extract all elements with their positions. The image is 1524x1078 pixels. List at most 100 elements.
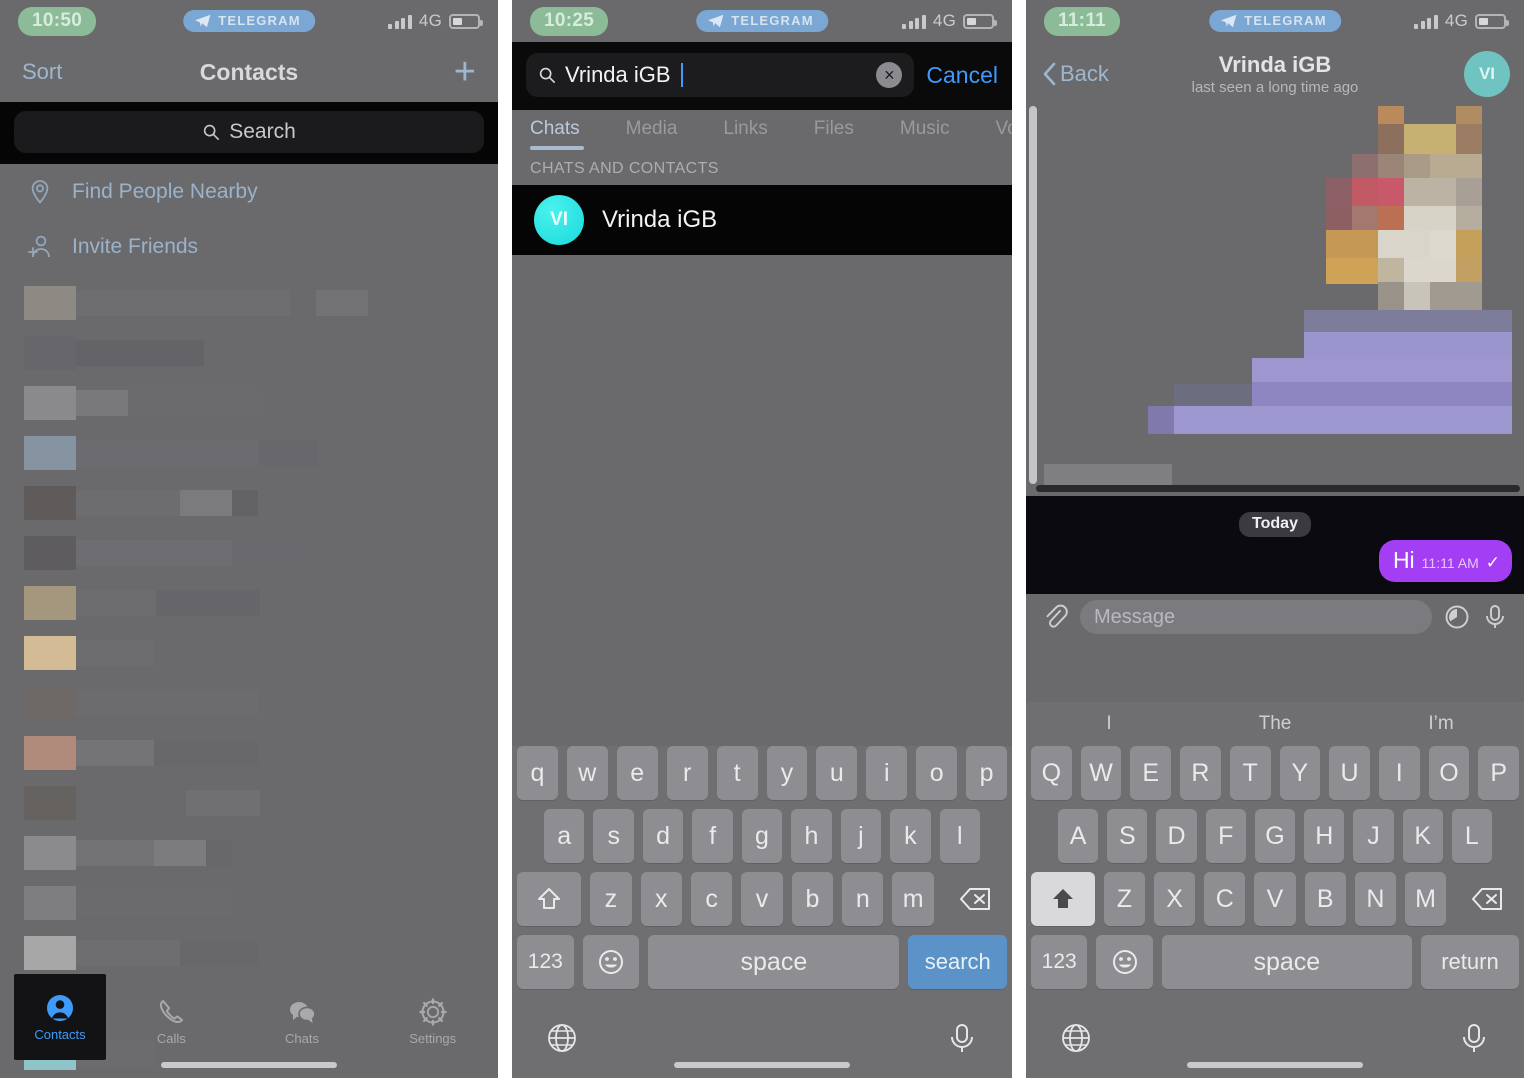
attachment-clip-icon[interactable] bbox=[1042, 604, 1068, 630]
key-g[interactable]: g bbox=[741, 809, 783, 863]
key-b[interactable]: b bbox=[791, 872, 834, 926]
schedule-clock-icon[interactable] bbox=[1444, 604, 1470, 630]
sidebar-item-settings[interactable]: Settings bbox=[367, 982, 498, 1060]
key-u[interactable]: u bbox=[816, 746, 858, 800]
key-q[interactable]: q bbox=[516, 746, 558, 800]
message-input[interactable]: Message bbox=[1080, 600, 1432, 634]
prediction-3[interactable]: I’m bbox=[1358, 713, 1524, 735]
search-result-row[interactable]: VI Vrinda iGB bbox=[512, 185, 1012, 255]
key-r[interactable]: r bbox=[666, 746, 708, 800]
microphone-icon[interactable] bbox=[946, 1022, 978, 1054]
tab-voice[interactable]: Voice bbox=[996, 118, 1013, 150]
find-people-nearby-row[interactable]: Find People Nearby bbox=[0, 164, 498, 219]
key-x[interactable]: x bbox=[640, 872, 682, 926]
sort-button[interactable]: Sort bbox=[22, 59, 62, 85]
space-key[interactable]: space bbox=[648, 935, 900, 989]
key-m[interactable]: M bbox=[1404, 872, 1447, 926]
shift-key[interactable] bbox=[516, 872, 582, 926]
key-f[interactable]: f bbox=[692, 809, 733, 863]
key-c[interactable]: c bbox=[690, 872, 733, 926]
key-s[interactable]: s bbox=[593, 809, 634, 863]
key-d[interactable]: d bbox=[642, 809, 684, 863]
key-x[interactable]: X bbox=[1154, 872, 1196, 926]
cancel-button[interactable]: Cancel bbox=[926, 62, 998, 89]
key-w[interactable]: W bbox=[1080, 746, 1122, 800]
key-j[interactable]: J bbox=[1353, 809, 1394, 863]
key-g[interactable]: G bbox=[1254, 809, 1296, 863]
tab-music[interactable]: Music bbox=[900, 118, 950, 150]
key-l[interactable]: L bbox=[1451, 809, 1492, 863]
return-key[interactable]: return bbox=[1420, 935, 1519, 989]
key-z[interactable]: z bbox=[590, 872, 632, 926]
key-e[interactable]: E bbox=[1130, 746, 1172, 800]
tab-links[interactable]: Links bbox=[723, 118, 767, 150]
back-button[interactable]: Back bbox=[1042, 61, 1109, 87]
tab-media[interactable]: Media bbox=[626, 118, 678, 150]
sidebar-item-contacts[interactable]: Contacts bbox=[14, 974, 106, 1060]
shift-key[interactable] bbox=[1031, 872, 1095, 926]
chat-header-info[interactable]: Vrinda iGB last seen a long time ago bbox=[1192, 52, 1359, 96]
key-c[interactable]: C bbox=[1204, 872, 1246, 926]
voice-record-icon[interactable] bbox=[1482, 604, 1508, 630]
key-q[interactable]: Q bbox=[1030, 746, 1072, 800]
globe-icon[interactable] bbox=[546, 1022, 578, 1054]
key-f[interactable]: F bbox=[1205, 809, 1246, 863]
key-n[interactable]: N bbox=[1354, 872, 1396, 926]
key-e[interactable]: e bbox=[616, 746, 658, 800]
key-w[interactable]: w bbox=[566, 746, 608, 800]
key-i[interactable]: i bbox=[866, 746, 908, 800]
backspace-key[interactable] bbox=[943, 872, 1007, 926]
key-h[interactable]: h bbox=[791, 809, 832, 863]
key-a[interactable]: A bbox=[1058, 809, 1099, 863]
horizontal-scrollbar[interactable] bbox=[1036, 485, 1520, 492]
numeric-key[interactable]: 123 bbox=[517, 935, 574, 989]
invite-friends-row[interactable]: Invite Friends bbox=[0, 219, 498, 274]
sidebar-item-calls[interactable]: Calls bbox=[106, 982, 237, 1060]
key-d[interactable]: D bbox=[1156, 809, 1197, 863]
key-s[interactable]: S bbox=[1107, 809, 1148, 863]
prediction-1[interactable]: I bbox=[1026, 713, 1192, 735]
key-h[interactable]: H bbox=[1304, 809, 1345, 863]
numeric-key[interactable]: 123 bbox=[1031, 935, 1088, 989]
key-b[interactable]: B bbox=[1304, 872, 1346, 926]
vertical-scrollbar[interactable] bbox=[1029, 106, 1037, 484]
globe-icon[interactable] bbox=[1060, 1022, 1092, 1054]
avatar[interactable]: VI bbox=[1464, 51, 1510, 97]
key-i[interactable]: I bbox=[1378, 746, 1420, 800]
backspace-key[interactable] bbox=[1455, 872, 1519, 926]
emoji-key[interactable] bbox=[582, 935, 640, 989]
key-y[interactable]: Y bbox=[1279, 746, 1321, 800]
sidebar-item-chats[interactable]: Chats bbox=[237, 982, 368, 1060]
clear-search-button[interactable]: × bbox=[876, 62, 903, 88]
key-a[interactable]: a bbox=[544, 809, 585, 863]
search-input[interactable]: Vrinda iGB × bbox=[526, 53, 915, 97]
microphone-icon[interactable] bbox=[1458, 1022, 1490, 1054]
key-p[interactable]: p bbox=[966, 746, 1008, 800]
key-k[interactable]: k bbox=[890, 809, 931, 863]
prediction-2[interactable]: The bbox=[1192, 713, 1358, 735]
key-v[interactable]: V bbox=[1254, 872, 1296, 926]
key-t[interactable]: t bbox=[716, 746, 758, 800]
space-key[interactable]: space bbox=[1161, 935, 1412, 989]
key-m[interactable]: m bbox=[892, 872, 934, 926]
search-input[interactable]: Search bbox=[14, 111, 484, 153]
key-v[interactable]: v bbox=[741, 872, 783, 926]
telegram-badge-label: TELEGRAM bbox=[1244, 13, 1327, 28]
emoji-key[interactable] bbox=[1096, 935, 1153, 989]
add-contact-button[interactable]: + bbox=[454, 53, 476, 90]
key-y[interactable]: y bbox=[766, 746, 808, 800]
key-k[interactable]: K bbox=[1402, 809, 1443, 863]
tab-files[interactable]: Files bbox=[814, 118, 854, 150]
key-o[interactable]: o bbox=[916, 746, 958, 800]
search-key[interactable]: search bbox=[908, 935, 1007, 989]
key-j[interactable]: j bbox=[840, 809, 882, 863]
key-u[interactable]: U bbox=[1329, 746, 1370, 800]
key-r[interactable]: R bbox=[1180, 746, 1221, 800]
key-n[interactable]: n bbox=[842, 872, 884, 926]
key-t[interactable]: T bbox=[1229, 746, 1271, 800]
message-bubble-outgoing[interactable]: Hi 11:11 AM ✓ bbox=[1378, 540, 1512, 582]
key-l[interactable]: l bbox=[939, 809, 980, 863]
key-z[interactable]: Z bbox=[1103, 872, 1146, 926]
key-o[interactable]: O bbox=[1428, 746, 1470, 800]
key-p[interactable]: P bbox=[1478, 746, 1520, 800]
